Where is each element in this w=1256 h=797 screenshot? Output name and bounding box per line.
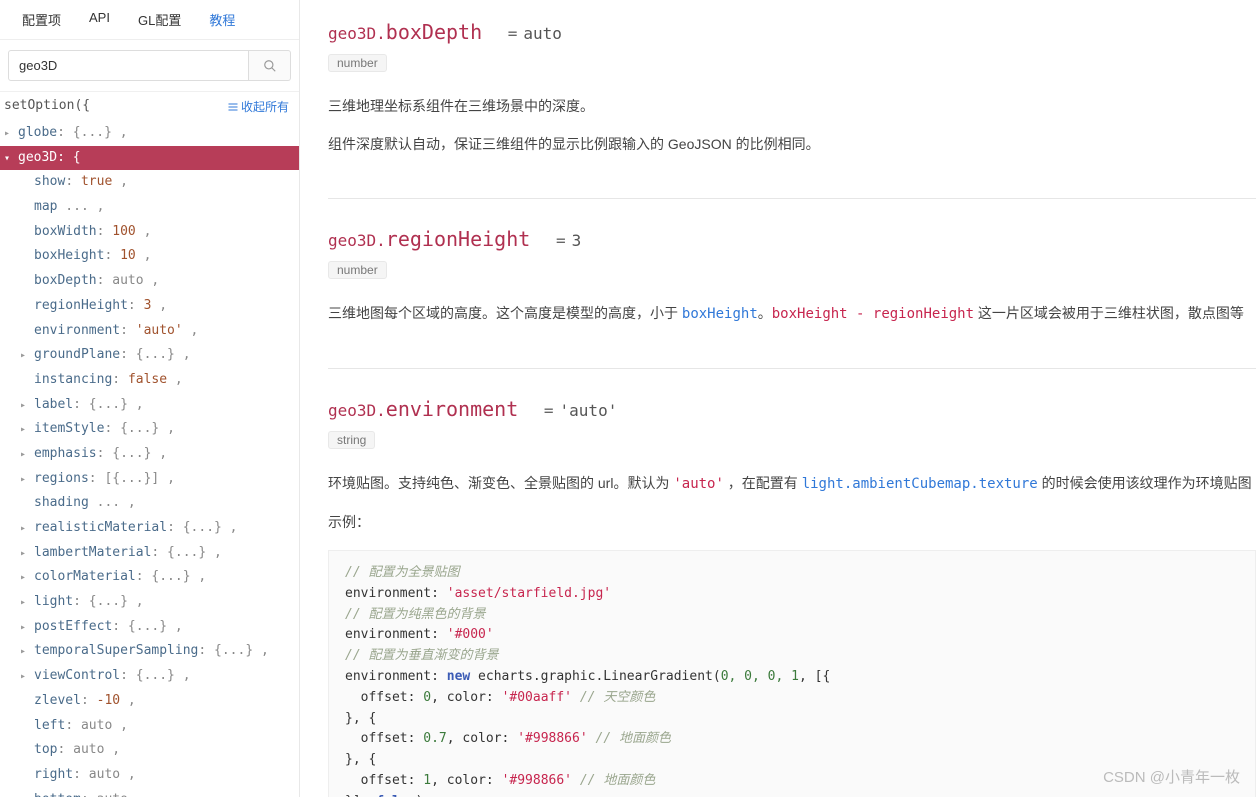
sig-default: 'auto' (560, 401, 618, 420)
search-input[interactable] (8, 50, 249, 81)
tree-item-postEffect[interactable]: ▸postEffect: {...} , (0, 615, 299, 640)
caret-icon: ▸ (20, 445, 30, 464)
caret-icon: ▸ (20, 667, 30, 686)
tab-GL配置[interactable]: GL配置 (124, 0, 195, 39)
tabs: 配置项APIGL配置教程 (0, 0, 299, 40)
sidebar: 配置项APIGL配置教程 setOption({ 收起所有 ▸globe: {.… (0, 0, 300, 797)
caret-icon: ▸ (20, 519, 30, 538)
type-tag: number (328, 261, 387, 279)
type-tag: number (328, 54, 387, 72)
section-regionHeight: geo3D.regionHeight =3 number 三维地图每个区域的高度… (328, 198, 1256, 368)
collapse-icon (227, 101, 239, 113)
caret-icon: ▸ (20, 568, 30, 587)
tree-item-colorMaterial[interactable]: ▸colorMaterial: {...} , (0, 565, 299, 590)
tree-item-lambertMaterial[interactable]: ▸lambertMaterial: {...} , (0, 541, 299, 566)
tree-item-regions[interactable]: ▸regions: [{...}] , (0, 467, 299, 492)
caret-icon: ▸ (20, 593, 30, 612)
tree-item-realisticMaterial[interactable]: ▸realisticMaterial: {...} , (0, 516, 299, 541)
tab-配置项[interactable]: 配置项 (8, 0, 75, 39)
tree-item-light[interactable]: ▸light: {...} , (0, 590, 299, 615)
tree-item-bottom[interactable]: bottom: auto , (0, 788, 299, 797)
tree-item-temporalSuperSampling[interactable]: ▸temporalSuperSampling: {...} , (0, 639, 299, 664)
description: 三维地图每个区域的高度。这个高度是模型的高度，小于 boxHeight。boxH… (328, 299, 1256, 328)
tree-item-instancing[interactable]: instancing: false , (0, 368, 299, 393)
collapse-all-link[interactable]: 收起所有 (227, 98, 289, 115)
option-tree: ▸globe: {...} ,▾geo3D: {show: true ,map … (0, 121, 299, 797)
type-tag: string (328, 431, 375, 449)
tree-item-environment[interactable]: environment: 'auto' , (0, 319, 299, 344)
tree-item-zlevel[interactable]: zlevel: -10 , (0, 689, 299, 714)
sig-namespace[interactable]: geo3D. (328, 24, 386, 43)
tree-item-show[interactable]: show: true , (0, 170, 299, 195)
search-icon (263, 59, 277, 73)
caret-icon: ▸ (20, 420, 30, 439)
caret-icon: ▸ (20, 642, 30, 661)
search-row (0, 40, 299, 92)
caret-icon: ▾ (4, 149, 14, 168)
tree-item-boxHeight[interactable]: boxHeight: 10 , (0, 244, 299, 269)
inline-code: boxHeight - regionHeight (772, 306, 974, 322)
sig-default: 3 (572, 231, 582, 250)
caret-icon: ▸ (20, 470, 30, 489)
tree-item-groundPlane[interactable]: ▸groundPlane: {...} , (0, 343, 299, 368)
tree-item-regionHeight[interactable]: regionHeight: 3 , (0, 294, 299, 319)
sig-prop[interactable]: regionHeight (386, 227, 531, 251)
tree-item-right[interactable]: right: auto , (0, 763, 299, 788)
caret-icon: ▸ (20, 346, 30, 365)
tree-item-viewControl[interactable]: ▸viewControl: {...} , (0, 664, 299, 689)
signature: geo3D.environment ='auto' (328, 397, 1256, 421)
section-environment: geo3D.environment ='auto' string 环境贴图。支持… (328, 368, 1256, 797)
tree-item-itemStyle[interactable]: ▸itemStyle: {...} , (0, 417, 299, 442)
section-boxDepth: geo3D.boxDepth =auto number 三维地理坐标系组件在三维… (328, 20, 1256, 198)
sig-prop[interactable]: boxDepth (386, 20, 482, 44)
search-button[interactable] (249, 50, 291, 81)
tab-教程[interactable]: 教程 (195, 0, 249, 39)
tree-item-boxDepth[interactable]: boxDepth: auto , (0, 269, 299, 294)
tree-item-left[interactable]: left: auto , (0, 714, 299, 739)
setoption-label: setOption({ (4, 98, 90, 115)
sig-namespace[interactable]: geo3D. (328, 401, 386, 420)
signature: geo3D.regionHeight =3 (328, 227, 1256, 251)
setoption-row: setOption({ 收起所有 (0, 92, 299, 121)
caret-icon: ▸ (20, 618, 30, 637)
inline-code: 'auto' (673, 476, 724, 492)
tree-item-map[interactable]: map ... , (0, 195, 299, 220)
tree-item-top[interactable]: top: auto , (0, 738, 299, 763)
tree-item-label[interactable]: ▸label: {...} , (0, 393, 299, 418)
link-ambientCubemap[interactable]: light.ambientCubemap.texture (802, 476, 1038, 492)
tree-item-shading[interactable]: shading ... , (0, 491, 299, 516)
sig-prop[interactable]: environment (386, 397, 518, 421)
tree-item-emphasis[interactable]: ▸emphasis: {...} , (0, 442, 299, 467)
sig-namespace[interactable]: geo3D. (328, 231, 386, 250)
caret-icon: ▸ (20, 396, 30, 415)
link-boxHeight[interactable]: boxHeight (682, 306, 758, 322)
tree-item-geo3D[interactable]: ▾geo3D: { (0, 146, 299, 171)
tab-API[interactable]: API (75, 0, 124, 39)
caret-icon: ▸ (4, 124, 14, 143)
tree-item-globe[interactable]: ▸globe: {...} , (0, 121, 299, 146)
sig-default: auto (523, 24, 562, 43)
code-example: // 配置为全景贴图 environment: 'asset/starfield… (328, 550, 1256, 797)
caret-icon: ▸ (20, 544, 30, 563)
tree-item-boxWidth[interactable]: boxWidth: 100 , (0, 220, 299, 245)
description: 环境贴图。支持纯色、渐变色、全景贴图的 url。默认为 'auto' ，在配置有… (328, 469, 1256, 536)
signature: geo3D.boxDepth =auto (328, 20, 1256, 44)
description: 三维地理坐标系组件在三维场景中的深度。 组件深度默认自动，保证三维组件的显示比例… (328, 92, 1256, 158)
main-content: geo3D.boxDepth =auto number 三维地理坐标系组件在三维… (300, 0, 1256, 797)
